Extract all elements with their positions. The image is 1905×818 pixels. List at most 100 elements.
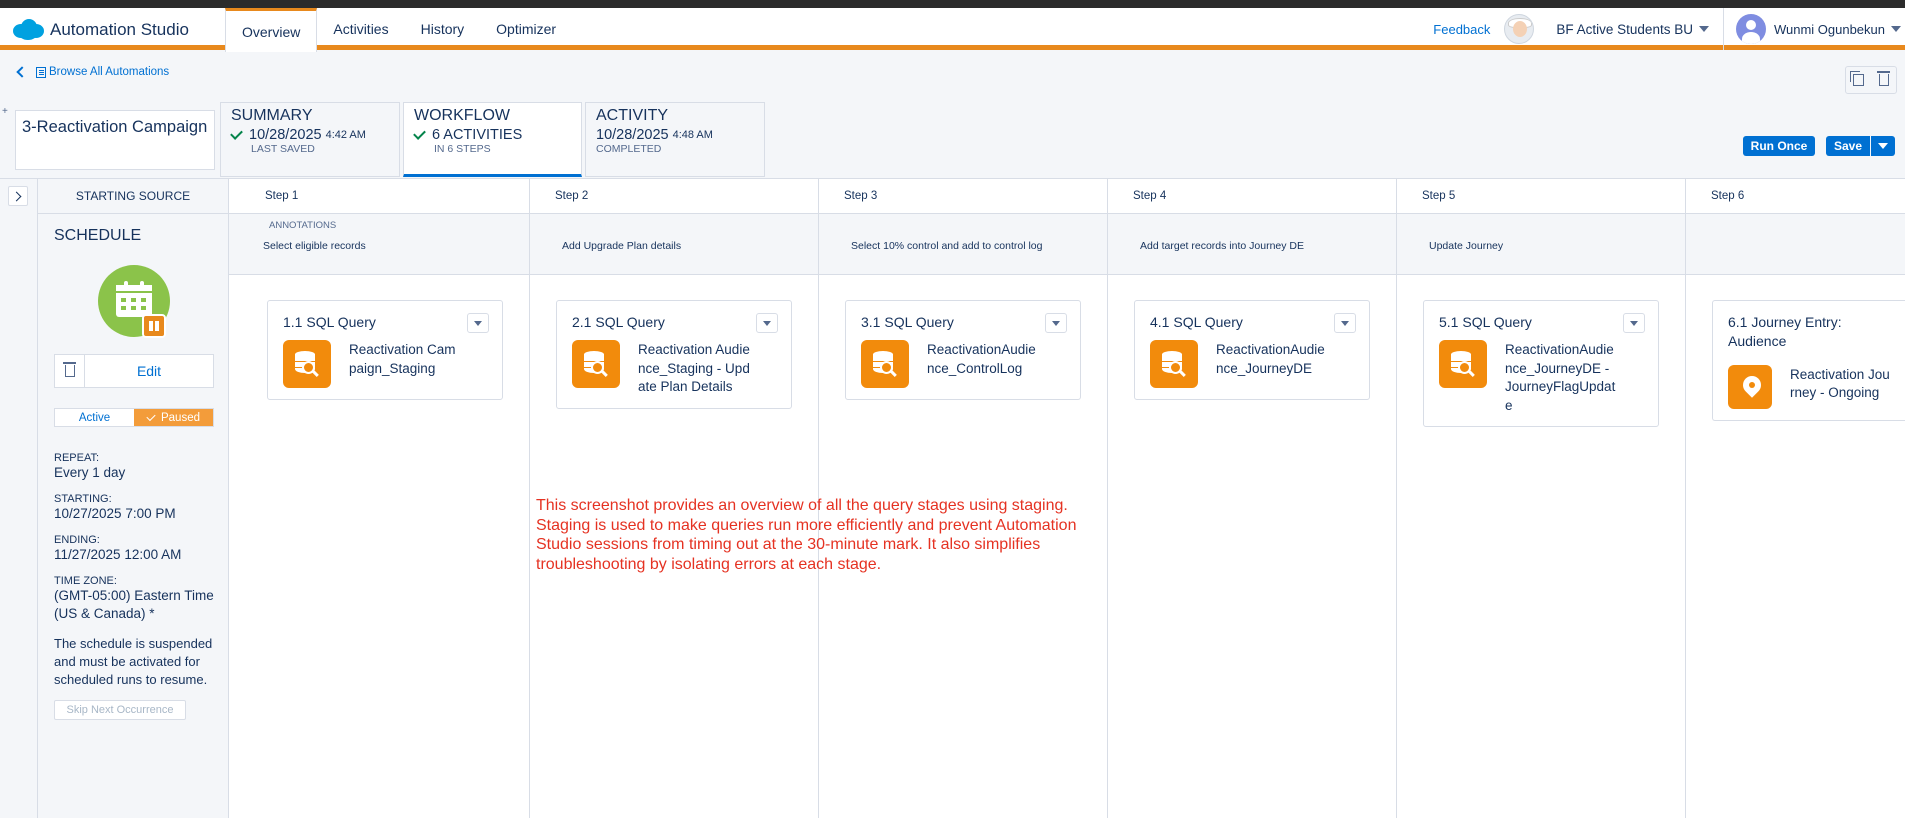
step-column-6: Step 6 6.1 Journey Entry: Audience React…	[1686, 179, 1905, 818]
annotation-text: Update Journey	[1429, 240, 1504, 252]
summary-time: 4:42 AM	[325, 129, 366, 141]
starting-label: STARTING:	[54, 493, 112, 505]
tab-overview[interactable]: Overview	[225, 8, 318, 52]
step-header: Step 6	[1686, 179, 1905, 214]
save-options-button[interactable]	[1871, 136, 1895, 156]
feedback-link[interactable]: Feedback	[1433, 22, 1490, 37]
workflow-sub: IN 6 STEPS	[434, 143, 491, 155]
journey-pin-icon	[1728, 364, 1772, 409]
step-header: Step 4	[1108, 179, 1396, 214]
repeat-label: REPEAT:	[54, 452, 100, 464]
sql-query-icon	[1439, 339, 1487, 388]
check-icon	[146, 411, 156, 421]
schedule-title: SCHEDULE	[54, 227, 142, 244]
delete-schedule-button[interactable]	[54, 354, 85, 388]
activity-card[interactable]: 6.1 Journey Entry: Audience Reactivation…	[1712, 300, 1905, 421]
chevron-down-icon	[763, 320, 771, 326]
step-annotation[interactable]: Add target records into Journey DE	[1108, 214, 1396, 275]
activity-time: 4:48 AM	[672, 129, 713, 141]
overlay-annotation-note: This screenshot provides an overview of …	[536, 497, 1077, 573]
step-header: Step 3	[819, 179, 1107, 214]
activity-card[interactable]: 5.1 SQL Query ReactivationAudience_Journ…	[1423, 300, 1659, 428]
workflow-card[interactable]: WORKFLOW 6 ACTIVITIES IN 6 STEPS	[403, 102, 582, 177]
summary-card[interactable]: SUMMARY 10/28/2025 4:42 AM LAST SAVED	[220, 102, 400, 177]
activity-name: ReactivationAudience_ControlLog	[927, 341, 1036, 376]
activity-menu-button[interactable]	[756, 313, 778, 333]
window-top-strip	[0, 0, 1905, 8]
starting-source-column: STARTING SOURCE SCHEDULE Edit Active Pau…	[38, 179, 229, 818]
step-annotation[interactable]: ANNOTATIONS Select eligible records	[229, 214, 529, 275]
user-menu[interactable]: Wunmi Ogunbekun	[1774, 22, 1885, 37]
step-column-1: Step 1 ANNOTATIONS Select eligible recor…	[229, 179, 530, 818]
timezone-info: TIME ZONE: (GMT-05:00) Eastern Time (US …	[54, 575, 229, 622]
activity-date: 10/28/2025	[596, 127, 669, 143]
automation-name: 3-Reactivation Campaign	[22, 118, 208, 136]
activity-card[interactable]: 3.1 SQL Query ReactivationAudience_Contr…	[845, 300, 1081, 400]
tab-optimizer[interactable]: Optimizer	[480, 8, 572, 50]
step-annotation[interactable]: Update Journey	[1397, 214, 1685, 275]
repeat-info: REPEAT: Every 1 day	[54, 452, 229, 482]
chevron-down-icon[interactable]	[1698, 26, 1709, 32]
edit-schedule-button[interactable]: Edit	[85, 354, 214, 388]
activity-name: ReactivationAudience_JourneyDE - Journey…	[1505, 341, 1616, 413]
activity-menu-button[interactable]	[1623, 313, 1645, 333]
business-unit-switcher[interactable]: BF Active Students BU	[1556, 22, 1693, 37]
activity-card[interactable]: 4.1 SQL Query ReactivationAudience_Journ…	[1134, 300, 1370, 400]
activity-name: Reactivation Audience_Staging - Update P…	[638, 341, 750, 395]
automation-name-field[interactable]: 3-Reactivation Campaign	[15, 110, 215, 170]
timezone-label: TIME ZONE:	[54, 575, 117, 587]
activity-name: Reactivation Campaign_Staging	[349, 341, 456, 376]
chevron-left-icon[interactable]	[16, 66, 28, 78]
browse-all-automations-link[interactable]: Browse All Automations	[49, 66, 169, 78]
nav-tabs: Overview Activities History Optimizer	[225, 8, 572, 52]
summary-title: SUMMARY	[231, 107, 313, 124]
repeat-value: Every 1 day	[54, 465, 126, 480]
activity-menu-button[interactable]	[467, 313, 489, 333]
chevron-right-icon	[11, 191, 22, 201]
workflow-count: 6 ACTIVITIES	[432, 127, 523, 143]
chevron-down-icon	[1052, 320, 1060, 326]
step-annotation[interactable]	[1686, 214, 1905, 275]
left-panel-rail	[0, 179, 38, 818]
step-annotation[interactable]: Add Upgrade Plan details	[530, 214, 818, 275]
activity-card[interactable]: 1.1 SQL Query Reactivation Campaign_Stag…	[267, 300, 503, 400]
user-avatar-icon[interactable]	[1735, 14, 1766, 44]
divider	[1722, 8, 1724, 50]
einstein-avatar-icon[interactable]	[1504, 14, 1535, 44]
status-paused-label: Paused	[160, 411, 200, 424]
activity-card[interactable]: 2.1 SQL Query Reactivation Audience_Stag…	[556, 300, 792, 409]
activity-menu-button[interactable]	[1045, 313, 1067, 333]
annotation-text: Add target records into Journey DE	[1140, 240, 1305, 252]
summary-date: 10/28/2025	[249, 127, 322, 143]
ending-info: ENDING: 11/27/2025 12:00 AM	[54, 534, 229, 564]
toolbar-actions	[1845, 66, 1897, 94]
annotation-text: Select eligible records	[263, 240, 366, 252]
status-paused-option[interactable]: Paused	[134, 409, 213, 426]
starting-source-header: STARTING SOURCE	[38, 179, 228, 214]
status-active-option[interactable]: Active	[55, 409, 134, 426]
starting-value: 10/27/2025 7:00 PM	[54, 506, 176, 521]
expand-plus-icon[interactable]: +	[2, 106, 8, 117]
activity-menu-button[interactable]	[1334, 313, 1356, 333]
skip-next-occurrence-button[interactable]: Skip Next Occurrence	[54, 700, 186, 720]
tab-history[interactable]: History	[405, 8, 481, 50]
starting-info: STARTING: 10/27/2025 7:00 PM	[54, 493, 229, 523]
copy-icon[interactable]	[1850, 71, 1865, 86]
breadcrumb[interactable]: Browse All Automations	[16, 66, 169, 78]
step-annotation[interactable]: Select 10% control and add to control lo…	[819, 214, 1107, 275]
save-button[interactable]: Save	[1826, 136, 1870, 156]
schedule-note-text: The schedule is suspended and must be ac…	[54, 636, 213, 688]
annotations-label: ANNOTATIONS	[269, 220, 337, 231]
list-icon	[36, 66, 46, 78]
ending-value: 11/27/2025 12:00 AM	[54, 547, 182, 562]
annotation-text: Select 10% control and add to control lo…	[851, 240, 1043, 252]
tab-activities[interactable]: Activities	[317, 8, 404, 50]
chevron-down-icon[interactable]	[1891, 26, 1901, 32]
salesforce-cloud-icon	[13, 19, 44, 40]
expand-panel-button[interactable]	[8, 186, 28, 206]
activity-sub: COMPLETED	[596, 143, 662, 155]
delete-icon[interactable]	[1876, 71, 1890, 86]
activity-card[interactable]: ACTIVITY 10/28/2025 4:48 AM COMPLETED	[585, 102, 765, 177]
chevron-down-icon	[1878, 143, 1888, 149]
run-once-button[interactable]: Run Once	[1743, 136, 1815, 156]
